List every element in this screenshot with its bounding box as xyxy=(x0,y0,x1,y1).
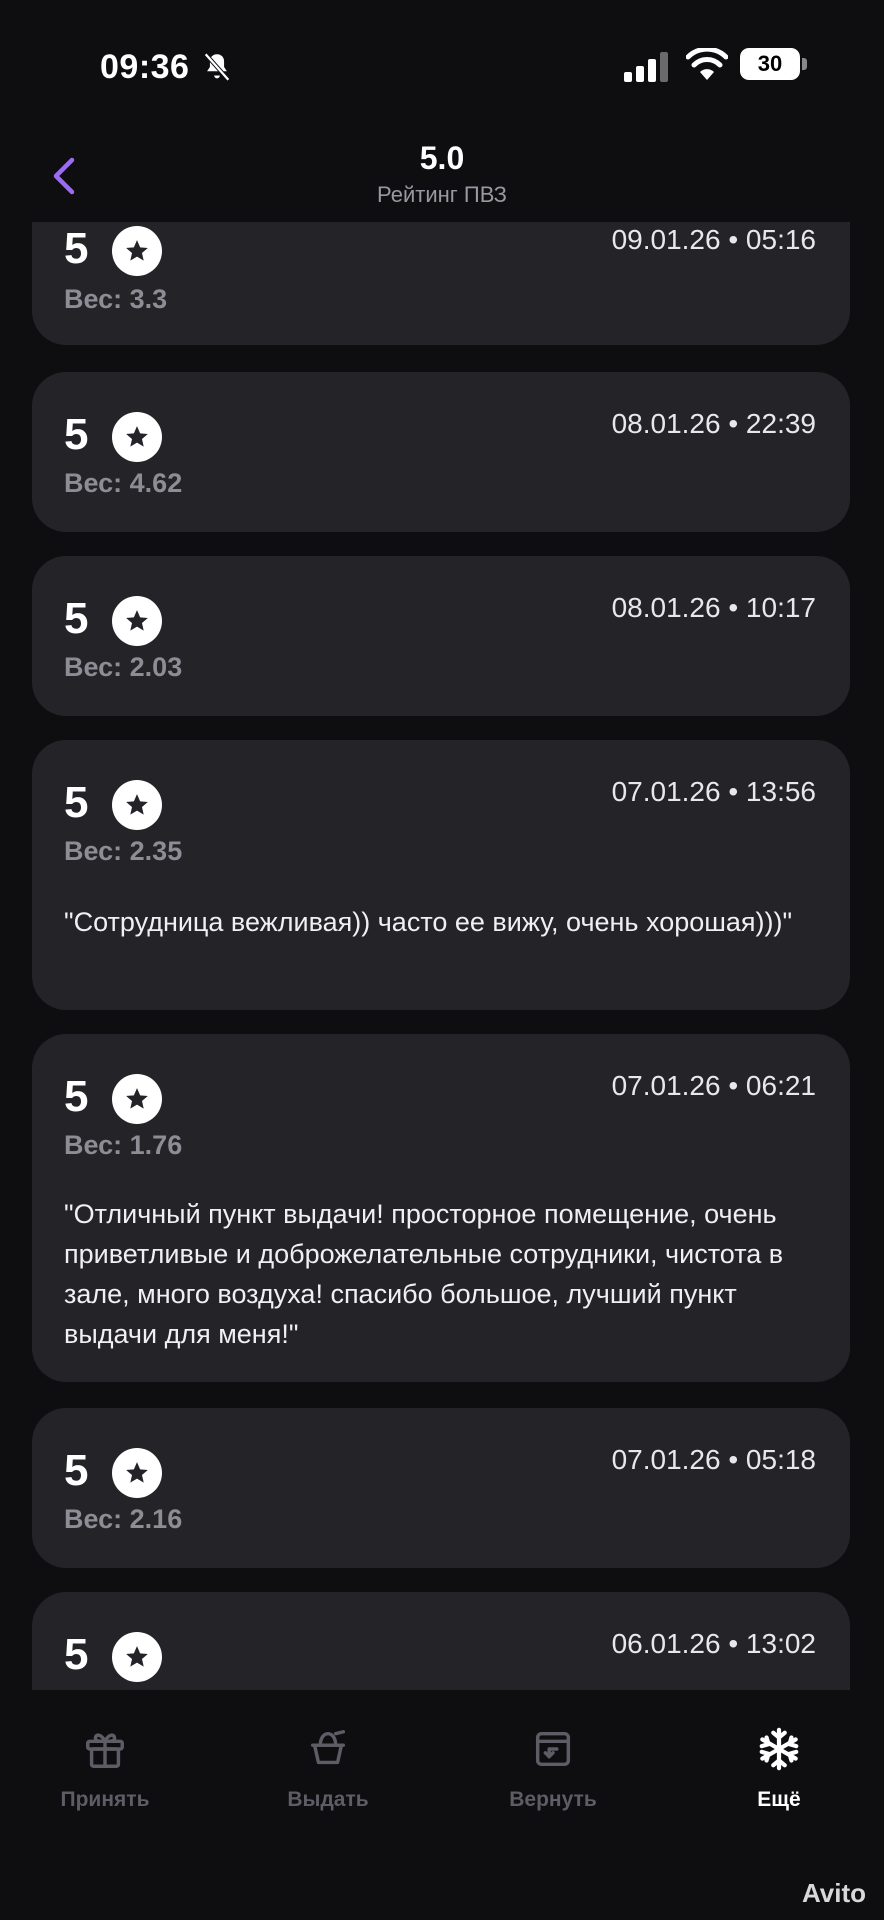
return-box-icon xyxy=(535,1731,571,1767)
star-icon xyxy=(112,226,162,276)
review-weight: Вес: 1.76 xyxy=(64,1130,183,1160)
review-date: 06.01.26 • 13:02 xyxy=(611,1628,816,1659)
review-weight: Вес: 3.3 xyxy=(64,284,168,314)
review-rating: 5 xyxy=(64,1446,89,1495)
review-weight: Вес: 2.03 xyxy=(64,652,183,682)
star-icon xyxy=(112,1448,162,1498)
review-date: 08.01.26 • 10:17 xyxy=(611,592,816,623)
page-title: 5.0 xyxy=(419,140,465,176)
nav-item-return[interactable]: Вернуть xyxy=(478,1726,628,1836)
page-subtitle: Рейтинг ПВЗ xyxy=(377,182,507,207)
nav-label: Ещё xyxy=(757,1788,801,1811)
review-rating: 5 xyxy=(64,1630,89,1679)
review-date: 07.01.26 • 05:18 xyxy=(611,1444,816,1475)
reviews-list[interactable]: 5 09.01.26 • 05:16 Вес: 3.3 5 08.01.26 •… xyxy=(0,222,884,1690)
review-comment: "Сотрудница вежливая)) часто ее вижу, оч… xyxy=(64,907,793,937)
star-icon xyxy=(112,780,162,830)
nav-label: Принять xyxy=(60,1788,150,1811)
star-icon xyxy=(112,596,162,646)
review-rating: 5 xyxy=(64,778,89,827)
review-card: 5 07.01.26 • 13:56 Вес: 2.35 "Сотрудница… xyxy=(32,740,850,1010)
review-weight: Вес: 4.62 xyxy=(64,468,183,498)
review-rating: 5 xyxy=(64,1072,89,1121)
bottom-nav: Принять Выдать Вернуть Ещё Avito xyxy=(0,1690,884,1920)
nav-item-accept[interactable]: Принять xyxy=(30,1726,180,1836)
review-date: 07.01.26 • 13:56 xyxy=(611,776,816,807)
review-card: 5 06.01.26 • 13:02 xyxy=(32,1592,850,1690)
status-time: 09:36 xyxy=(100,48,190,86)
handover-icon xyxy=(310,1730,346,1765)
gift-icon xyxy=(86,1733,124,1768)
star-icon xyxy=(112,412,162,462)
nav-label: Вернуть xyxy=(509,1788,597,1811)
review-date: 08.01.26 • 22:39 xyxy=(611,408,816,439)
bell-off-icon xyxy=(204,52,230,82)
review-weight: Вес: 2.35 xyxy=(64,836,183,866)
review-card: 5 09.01.26 • 05:16 Вес: 3.3 xyxy=(32,222,850,345)
review-date: 09.01.26 • 05:16 xyxy=(611,224,816,255)
status-bar: 09:36 30 xyxy=(0,0,884,130)
review-rating: 5 xyxy=(64,594,89,643)
review-rating: 5 xyxy=(64,410,89,459)
nav-label: Выдать xyxy=(287,1788,369,1811)
star-icon xyxy=(112,1632,162,1682)
signal-icon xyxy=(624,52,668,82)
snowflake-icon xyxy=(759,1727,799,1771)
wifi-icon xyxy=(686,48,728,80)
header: 5.0 Рейтинг ПВЗ xyxy=(0,130,884,230)
nav-item-issue[interactable]: Выдать xyxy=(253,1726,403,1836)
review-weight: Вес: 2.16 xyxy=(64,1504,183,1534)
review-card: 5 07.01.26 • 05:18 Вес: 2.16 xyxy=(32,1408,850,1568)
star-icon xyxy=(112,1074,162,1124)
review-card: 5 07.01.26 • 06:21 Вес: 1.76 "Отличный п… xyxy=(32,1034,850,1382)
review-rating: 5 xyxy=(64,224,89,273)
nav-item-more[interactable]: Ещё xyxy=(704,1726,854,1836)
battery-indicator: 30 xyxy=(740,48,800,80)
review-date: 07.01.26 • 06:21 xyxy=(611,1070,816,1101)
watermark: Avito xyxy=(801,1878,866,1908)
review-card: 5 08.01.26 • 10:17 Вес: 2.03 xyxy=(32,556,850,716)
review-card: 5 08.01.26 • 22:39 Вес: 4.62 xyxy=(32,372,850,532)
review-comment: "Отличный пункт выдачи! просторное помещ… xyxy=(64,1199,784,1349)
battery-nub xyxy=(802,58,807,70)
